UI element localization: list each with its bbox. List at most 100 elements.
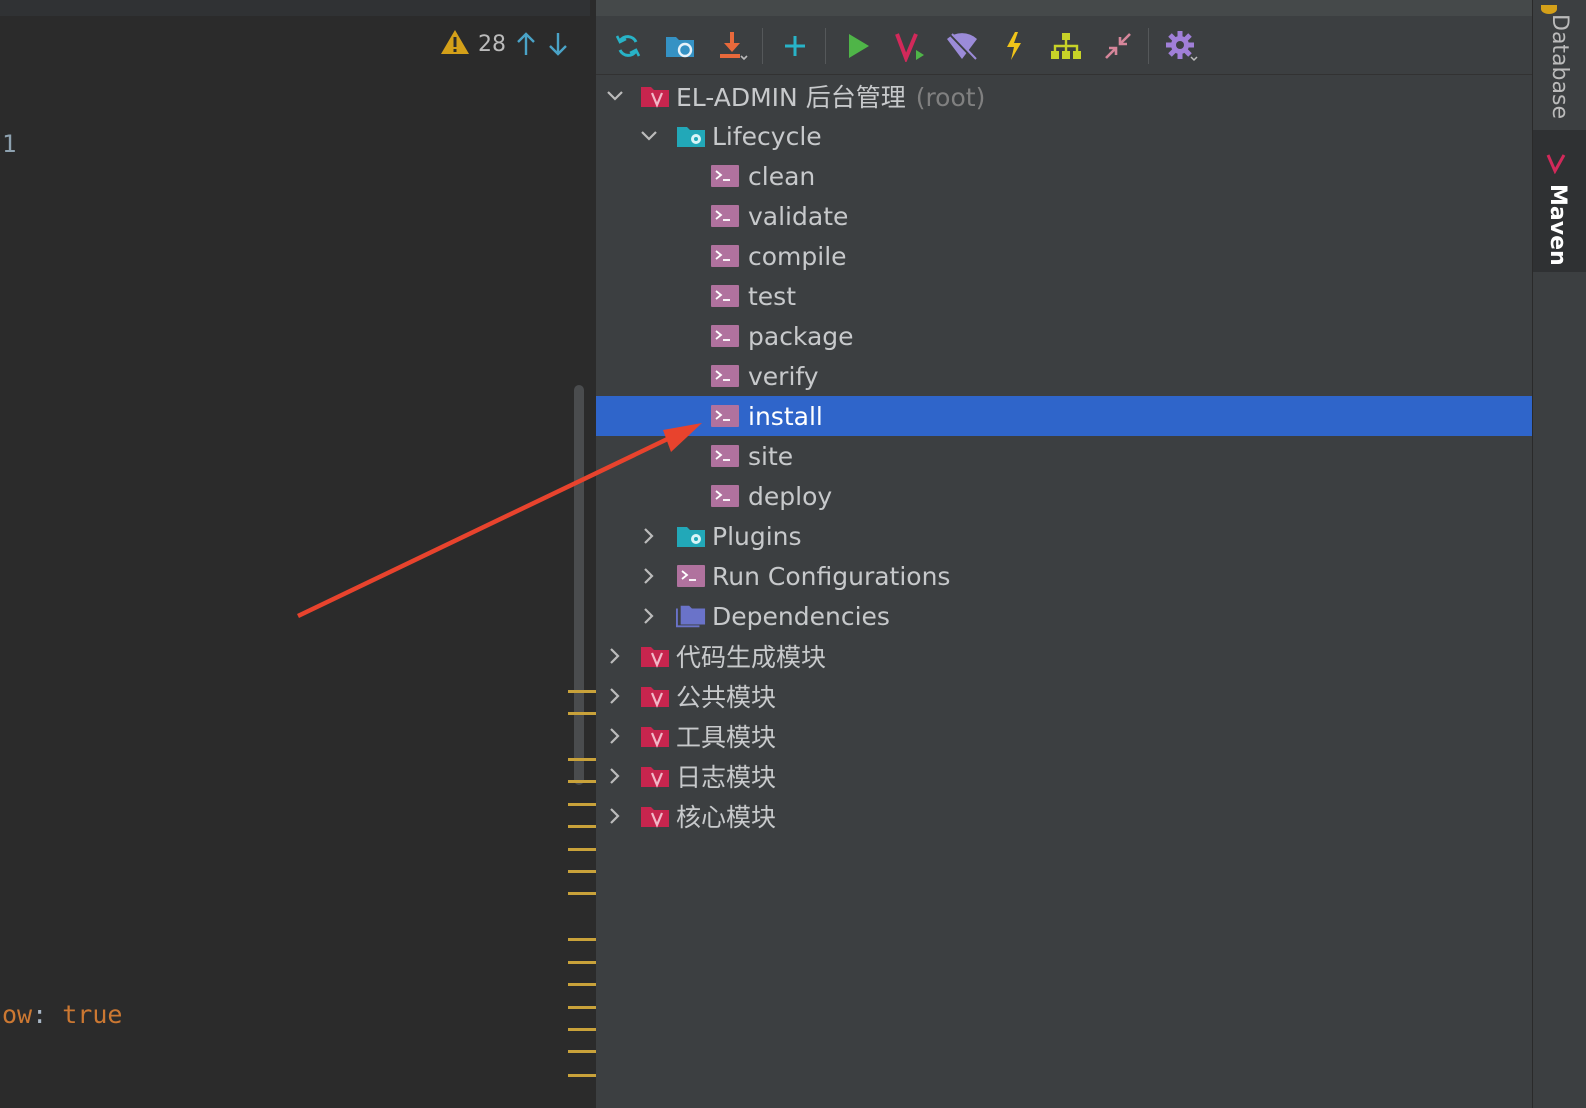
tree-item-module[interactable]: 公共模块: [596, 676, 1532, 716]
editor-scrollbar[interactable]: [574, 385, 584, 785]
database-tool-button[interactable]: Database: [1533, 0, 1586, 119]
tree-item-root[interactable]: EL-ADMIN 后台管理 (root): [596, 76, 1532, 116]
collapse-all-icon[interactable]: [1096, 24, 1140, 68]
tree-item-dependencies[interactable]: Dependencies: [596, 596, 1532, 636]
tree-item-module[interactable]: 核心模块: [596, 796, 1532, 836]
tree-item-plugins[interactable]: Plugins: [596, 516, 1532, 556]
right-tool-stripe: Database Maven: [1532, 0, 1586, 1108]
goal-label: package: [748, 321, 854, 351]
reimport-folder-icon[interactable]: [658, 24, 702, 68]
warning-mark[interactable]: [568, 712, 596, 715]
tree-item-label: Dependencies: [712, 601, 890, 631]
warning-mark[interactable]: [568, 848, 596, 851]
goal-icon: [710, 443, 740, 469]
maven-icon: [1545, 152, 1567, 178]
tree-item-goal[interactable]: verify: [596, 356, 1532, 396]
download-sources-icon[interactable]: [710, 24, 754, 68]
maven-settings-icon[interactable]: [1159, 24, 1203, 68]
tree-item-goal[interactable]: site: [596, 436, 1532, 476]
goal-icon: [710, 203, 740, 229]
maven-module-icon: [640, 83, 670, 109]
maven-tool-button[interactable]: Maven: [1533, 130, 1586, 272]
warning-mark[interactable]: [568, 758, 596, 761]
maven-module-icon: [640, 803, 670, 829]
goal-label: clean: [748, 161, 816, 191]
next-highlight-icon[interactable]: [546, 30, 570, 58]
toggle-offline-mode-icon[interactable]: [940, 24, 984, 68]
warning-icon: [440, 28, 470, 60]
skip-tests-icon[interactable]: [992, 24, 1036, 68]
chevron-right-icon[interactable]: [604, 805, 626, 827]
chevron-right-icon[interactable]: [604, 765, 626, 787]
warning-mark[interactable]: [568, 892, 596, 895]
warning-mark[interactable]: [568, 961, 596, 964]
goal-label: validate: [748, 201, 849, 231]
tree-item-goal[interactable]: package: [596, 316, 1532, 356]
code-line[interactable]: ow: true: [2, 1000, 122, 1029]
tree-item-goal[interactable]: test: [596, 276, 1532, 316]
maven-label: Maven: [1545, 184, 1570, 266]
goal-label: test: [748, 281, 797, 311]
database-label: Database: [1547, 14, 1572, 119]
reload-icon[interactable]: [606, 24, 650, 68]
tree-item-goal[interactable]: compile: [596, 236, 1532, 276]
warning-mark[interactable]: [568, 1050, 596, 1053]
tree-item-module[interactable]: 代码生成模块: [596, 636, 1532, 676]
tree-item-module[interactable]: 日志模块: [596, 756, 1532, 796]
previous-highlight-icon[interactable]: [514, 30, 538, 58]
execute-maven-goal-icon[interactable]: [888, 24, 932, 68]
toolbar-separator: [762, 28, 763, 64]
warning-mark[interactable]: [568, 1028, 596, 1031]
tree-item-goal[interactable]: deploy: [596, 476, 1532, 516]
add-maven-project-icon[interactable]: [773, 24, 817, 68]
goal-icon: [710, 403, 740, 429]
chevron-right-icon[interactable]: [638, 605, 660, 627]
editor-tab-strip: [0, 0, 590, 16]
code-editor[interactable]: 28 1 ow: true: [0, 0, 596, 1108]
maven-module-icon: [640, 683, 670, 709]
goal-label: deploy: [748, 481, 833, 511]
warning-mark[interactable]: [568, 825, 596, 828]
chevron-down-icon[interactable]: [604, 85, 626, 107]
warning-mark[interactable]: [568, 1074, 596, 1077]
warning-mark[interactable]: [568, 983, 596, 986]
maven-tool-window: EL-ADMIN 后台管理 (root) Lifecycle clean vali…: [596, 0, 1532, 1108]
goal-icon: [710, 363, 740, 389]
run-maven-build-icon[interactable]: [836, 24, 880, 68]
chevron-right-icon[interactable]: [604, 645, 626, 667]
goal-icon: [710, 163, 740, 189]
tree-item-goal[interactable]: validate: [596, 196, 1532, 236]
chevron-right-icon[interactable]: [604, 685, 626, 707]
warning-mark[interactable]: [568, 1006, 596, 1009]
goal-label: verify: [748, 361, 819, 391]
warning-mark[interactable]: [568, 780, 596, 783]
maven-projects-tree: EL-ADMIN 后台管理 (root) Lifecycle clean vali…: [596, 76, 1532, 836]
toolbar-separator: [1148, 28, 1149, 64]
toolbar-separator: [825, 28, 826, 64]
tree-item-label: Plugins: [712, 521, 802, 551]
chevron-right-icon[interactable]: [638, 525, 660, 547]
show-dependencies-icon[interactable]: [1044, 24, 1088, 68]
tree-item-goal-selected[interactable]: install: [596, 396, 1532, 436]
warning-mark[interactable]: [568, 803, 596, 806]
tree-item-run-configurations[interactable]: Run Configurations: [596, 556, 1532, 596]
tree-item-goal[interactable]: clean: [596, 156, 1532, 196]
chevron-right-icon[interactable]: [638, 565, 660, 587]
inspection-widget[interactable]: 28: [440, 28, 570, 60]
tree-item-label: 公共模块: [676, 683, 777, 712]
tree-item-module[interactable]: 工具模块: [596, 716, 1532, 756]
tree-item-lifecycle[interactable]: Lifecycle: [596, 116, 1532, 156]
goal-label: compile: [748, 241, 847, 271]
maven-module-icon: [640, 723, 670, 749]
goal-label: install: [748, 401, 823, 431]
maven-module-icon: [640, 643, 670, 669]
tree-item-label: 日志模块: [676, 763, 777, 792]
yaml-value: true: [62, 1000, 123, 1029]
warning-mark[interactable]: [568, 690, 596, 693]
tree-item-label: EL-ADMIN 后台管理: [676, 83, 906, 112]
chevron-right-icon[interactable]: [604, 725, 626, 747]
chevron-down-icon[interactable]: [638, 125, 660, 147]
warning-mark[interactable]: [568, 870, 596, 873]
warning-mark[interactable]: [568, 938, 596, 941]
line-number: 1: [2, 130, 17, 158]
